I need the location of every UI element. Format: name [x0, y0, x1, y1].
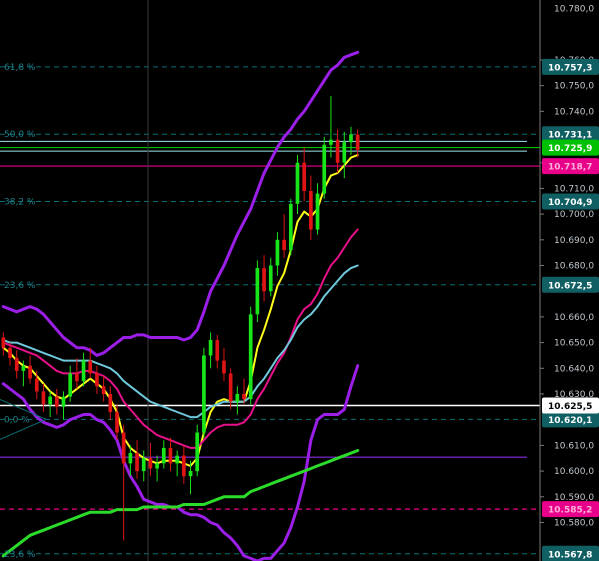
- y-tick-label: 10.680,0: [554, 262, 594, 272]
- candle-body: [342, 142, 347, 163]
- candle-body: [115, 411, 119, 433]
- candle-body: [275, 239, 280, 266]
- candle-body: [21, 365, 26, 371]
- fib-level-label: 23,6 %: [4, 550, 36, 560]
- candle-body: [215, 340, 220, 361]
- y-tick-label: 10.640,0: [554, 364, 594, 374]
- candle-body: [148, 458, 153, 469]
- candle-body: [28, 365, 32, 379]
- candle-body: [1, 337, 6, 348]
- y-tick-label-top: 10.780,0: [554, 5, 594, 15]
- candle-body: [302, 162, 307, 191]
- candle-body: [195, 432, 200, 472]
- candle-body: [262, 268, 266, 292]
- price-chart[interactable]: 61,8 % 50,0 % 38,2 % 23,6 % 0,0 % 23,6 % 10.7…: [0, 0, 599, 561]
- candle-body: [228, 373, 233, 402]
- candle-body: [128, 453, 133, 464]
- candle-body: [161, 447, 166, 464]
- candle-body: [108, 393, 113, 412]
- candle-body: [295, 162, 300, 204]
- candle-body: [248, 314, 253, 400]
- candle-body: [8, 347, 12, 359]
- candle-body: [208, 340, 213, 356]
- candle-body: [68, 373, 73, 397]
- fib-price-badge-label: 10.731,1: [548, 131, 592, 141]
- candle-body: [81, 360, 86, 382]
- candle-body: [168, 447, 173, 464]
- candle-body: [202, 355, 206, 433]
- fib-price-badge-label: 10.620,1: [548, 416, 592, 426]
- candle-body: [329, 139, 333, 145]
- candle-body: [34, 378, 39, 392]
- candle-body: [101, 386, 106, 394]
- price-badge-label: 10.585,2: [548, 506, 592, 516]
- y-tick-label: 10.700,0: [554, 210, 594, 220]
- fib-price-badge-label: 10.704,9: [548, 198, 592, 208]
- y-tick-label: 10.710,0: [554, 184, 594, 194]
- candle-body: [335, 139, 340, 163]
- candle-body: [121, 432, 126, 464]
- candle-body: [222, 360, 226, 374]
- fib-level-label: 61,8 %: [4, 63, 36, 73]
- fib-price-badge-label: 10.567,8: [548, 550, 592, 560]
- candle-body: [54, 396, 59, 407]
- price-badge-label: 10.725,9: [548, 144, 592, 154]
- fib-level-label: 0,0 %: [4, 415, 30, 425]
- fib-level-label: 23,6 %: [4, 281, 36, 291]
- y-tick-label: 10.690,0: [554, 236, 594, 246]
- candle-body: [268, 265, 273, 292]
- candle-body: [75, 373, 79, 382]
- candle-body: [288, 203, 293, 251]
- fib-price-badge-label: 10.757,3: [548, 63, 592, 73]
- candle-body: [61, 396, 66, 407]
- candle-body: [155, 463, 159, 469]
- indicator-lines: [1, 50, 360, 561]
- candle-body: [322, 144, 327, 194]
- candle-body: [188, 471, 193, 477]
- candle-body: [255, 268, 260, 315]
- candle-body: [41, 391, 46, 405]
- candle-body: [315, 193, 320, 230]
- price-badge-label: 10.625,5: [548, 402, 592, 412]
- y-tick-label: 10.600,0: [554, 467, 594, 477]
- candle-body: [282, 239, 286, 251]
- candle-body: [235, 393, 240, 402]
- candle-body: [355, 134, 360, 150]
- fib-level-label: 38,2 %: [4, 198, 36, 208]
- fib-price-badge-label: 10.672,5: [548, 281, 592, 291]
- candle-body: [135, 453, 139, 472]
- price-badge-label: 10.718,7: [548, 163, 592, 173]
- y-tick-label: 10.610,0: [554, 441, 594, 451]
- candle-body: [141, 458, 146, 472]
- candle-body: [48, 396, 52, 405]
- candle-body: [95, 373, 99, 387]
- candle-body: [14, 358, 19, 371]
- y-tick-label: 10.740,0: [554, 107, 594, 117]
- candle-body: [309, 191, 313, 230]
- candle-body: [88, 360, 93, 374]
- candle-body: [349, 134, 353, 143]
- y-tick-label: 10.650,0: [554, 339, 594, 349]
- fib-level-label: 50,0 %: [4, 130, 36, 140]
- y-tick-label: 10.580,0: [554, 518, 594, 528]
- y-tick-label: 10.750,0: [554, 82, 594, 92]
- candle-body: [242, 393, 246, 400]
- candle-body: [175, 455, 179, 464]
- candle-body: [182, 455, 186, 477]
- y-tick-label: 10.660,0: [554, 313, 594, 323]
- indicator-series-line: [1, 449, 360, 558]
